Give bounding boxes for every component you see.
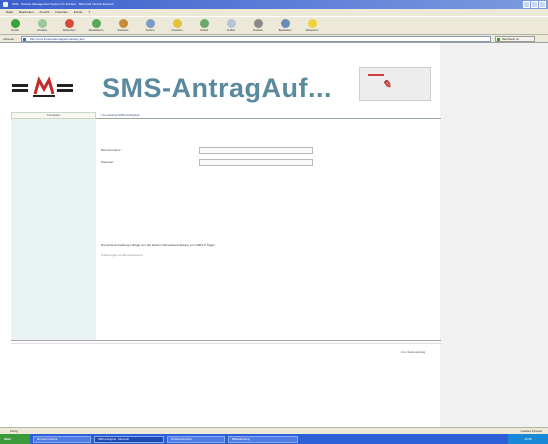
taskbar-item-image-editor[interactable]: Bildbearbeitung xyxy=(228,435,298,443)
menu-bar: Datei Bearbeiten Ansicht Favoriten Extra… xyxy=(0,9,548,16)
favorites-button[interactable]: Favoriten xyxy=(168,19,186,32)
home-button[interactable]: Startseite xyxy=(114,19,132,32)
close-button[interactable] xyxy=(539,1,546,8)
taskbar-item-explorer[interactable]: Windows Explorer xyxy=(167,435,225,443)
username-input[interactable] xyxy=(199,147,313,154)
discuss-button[interactable]: Diskussion xyxy=(303,19,321,32)
browser-viewport: SMS SMS-AntragAuf... ✎ Anmelden > Anmeld… xyxy=(0,43,548,436)
forward-label: Vorwärts xyxy=(36,29,48,32)
web-page: SMS SMS-AntragAuf... ✎ Anmelden > Anmeld… xyxy=(0,43,548,436)
emblem-line xyxy=(368,74,384,76)
taskbar-item-browser[interactable]: SMS-AntragAuf - Microsoft xyxy=(94,435,164,443)
taskbar-item-outlook[interactable]: Microsoft Outlook xyxy=(33,435,91,443)
taskbar: Start Microsoft Outlook SMS-AntragAuf - … xyxy=(0,434,548,444)
mail-icon xyxy=(226,19,236,28)
star-icon xyxy=(172,19,182,28)
back-button[interactable]: Zurück xyxy=(6,19,24,32)
refresh-icon xyxy=(91,19,101,28)
print-label: Drucken xyxy=(253,29,263,32)
history-button[interactable]: Verlauf xyxy=(195,19,213,32)
search-button[interactable]: Suchen xyxy=(141,19,159,32)
menu-edit[interactable]: Bearbeiten xyxy=(19,9,34,16)
print-button[interactable]: Drucken xyxy=(249,19,267,32)
username-label: Benutzername : xyxy=(101,148,123,152)
breadcrumb: > Anmeldung SMS-AntragAuf xyxy=(96,112,441,119)
system-tray-clock: 14:35 xyxy=(508,434,548,444)
page-icon xyxy=(23,37,26,41)
address-input[interactable]: http://sms.intranet/antrag/anmeldung.asp xyxy=(21,35,491,42)
refresh-button[interactable]: Aktualisieren xyxy=(87,19,105,32)
left-sidebar xyxy=(11,112,96,340)
mail-button[interactable]: E-Mail xyxy=(222,19,240,32)
menu-view[interactable]: Ansicht xyxy=(40,9,50,16)
home-icon xyxy=(118,19,128,28)
forward-button[interactable]: Vorwärts xyxy=(33,19,51,32)
address-bar: Adresse http://sms.intranet/antrag/anmel… xyxy=(0,35,548,43)
window-titlebar: SMS - Sachen Management System für Forde… xyxy=(0,0,548,9)
back-arrow-icon xyxy=(10,19,20,28)
last-login-info: Die letzte Anmeldung erfolgte von der le… xyxy=(101,243,216,247)
window-title: SMS - Sachen Management System für Forde… xyxy=(12,2,115,6)
stop-button[interactable]: Abbrechen xyxy=(60,19,78,32)
edit-button[interactable]: Bearbeiten xyxy=(276,19,294,32)
forward-arrow-icon xyxy=(37,19,47,28)
go-label: Wechseln zu xyxy=(502,36,520,41)
address-label: Adresse xyxy=(3,36,15,41)
account-change-link[interactable]: Änderungen am Benutzerkonto xyxy=(101,253,143,257)
menu-tools[interactable]: Extras xyxy=(74,9,83,16)
menu-help[interactable]: ? xyxy=(88,9,90,16)
top-of-page-link[interactable]: zum Seitenanfang xyxy=(401,350,425,354)
refresh-label: Aktualisieren xyxy=(88,29,104,32)
page-headline: SMS-AntragAuf... xyxy=(102,73,332,103)
footer-divider xyxy=(11,340,441,341)
browser-toolbar: Zurück Vorwärts Abbrechen Aktualisieren … xyxy=(0,16,548,35)
edit-icon xyxy=(280,19,290,28)
ie-icon xyxy=(3,2,8,7)
address-url: http://sms.intranet/antrag/anmeldung.asp xyxy=(30,36,85,41)
home-label: Startseite xyxy=(117,29,129,32)
svg-text:SMS: SMS xyxy=(11,82,14,84)
discuss-label: Diskussion xyxy=(305,29,319,32)
window-controls xyxy=(523,1,546,8)
login-nav-button[interactable]: Anmelden xyxy=(11,112,96,119)
back-label: Zurück xyxy=(11,29,19,32)
maximize-button[interactable] xyxy=(531,1,538,8)
password-input[interactable] xyxy=(199,159,313,166)
header-emblem: ✎ xyxy=(359,67,431,101)
security-zone: Lokales Intranet xyxy=(520,429,542,433)
page-right-margin xyxy=(440,43,548,436)
mail-label: E-Mail xyxy=(227,29,235,32)
sms-logo: SMS xyxy=(11,76,73,97)
password-label: Passwort : xyxy=(101,160,116,164)
favorites-label: Favoriten xyxy=(171,29,183,32)
stop-icon xyxy=(64,19,74,28)
search-label: Suchen xyxy=(145,29,155,32)
go-button[interactable]: Wechseln zu xyxy=(495,35,535,42)
menu-file[interactable]: Datei xyxy=(6,9,13,16)
search-icon xyxy=(145,19,155,28)
menu-favorites[interactable]: Favoriten xyxy=(55,9,68,16)
start-button[interactable]: Start xyxy=(0,434,30,444)
status-bar: Fertig Lokales Intranet xyxy=(0,427,548,434)
history-label: Verlauf xyxy=(199,29,209,32)
printer-icon xyxy=(253,19,263,28)
status-text: Fertig xyxy=(10,429,18,433)
edit-label: Bearbeiten xyxy=(278,29,292,32)
footer-divider-shadow xyxy=(11,343,441,344)
go-arrow-icon xyxy=(497,37,500,41)
stop-label: Abbrechen xyxy=(62,29,76,32)
emblem-mark-icon: ✎ xyxy=(382,79,392,91)
minimize-button[interactable] xyxy=(523,1,530,8)
history-icon xyxy=(199,19,209,28)
discussion-icon xyxy=(307,19,317,28)
